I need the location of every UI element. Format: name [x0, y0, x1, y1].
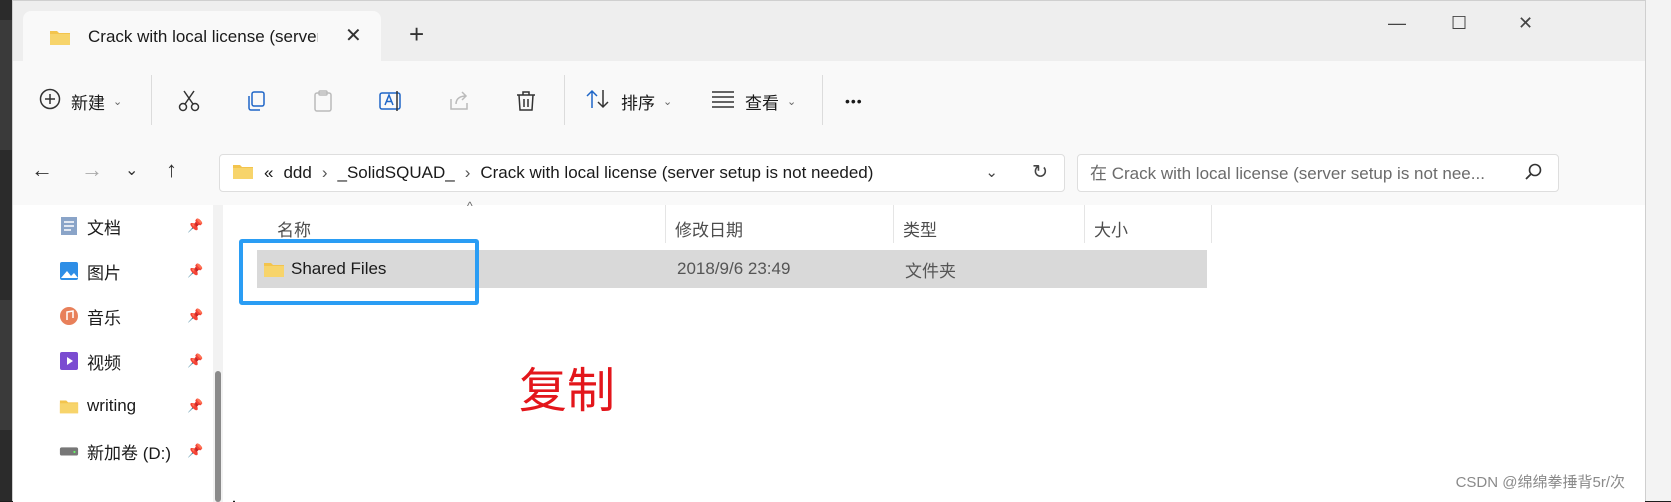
divider [564, 75, 565, 125]
annotation-highlight-box [239, 239, 479, 305]
copy-icon[interactable] [242, 87, 270, 115]
address-history-chevron-icon[interactable]: ⌄ [985, 163, 998, 181]
share-icon[interactable] [445, 87, 473, 115]
divider [822, 75, 823, 125]
column-divider[interactable] [665, 205, 666, 243]
file-modified: 2018/9/6 23:49 [677, 259, 791, 278]
pin-icon[interactable]: 📌 [187, 353, 203, 369]
document-icon [59, 216, 79, 236]
scrollbar-thumb[interactable] [215, 371, 221, 502]
address-row: ← → ⌄ ↑ « ddd › _SolidSQUAD_ › Crack wit… [13, 141, 1645, 205]
forward-arrow-icon[interactable]: → [81, 159, 103, 181]
nav-item-music[interactable]: 音乐 [59, 303, 121, 329]
pin-icon[interactable]: 📌 [187, 263, 203, 279]
pictures-icon [59, 261, 79, 281]
minimize-button[interactable]: — [1388, 13, 1406, 34]
chevron-down-icon: ⌄ [113, 95, 123, 108]
nav-item-drive-d[interactable]: 新加卷 (D:) [59, 438, 171, 464]
nav-item-label: 视频 [87, 353, 121, 373]
new-button-label: 新建 [71, 93, 105, 113]
back-arrow-icon[interactable]: ← [31, 159, 53, 181]
video-icon [59, 351, 79, 371]
background-app-left [0, 0, 12, 501]
nav-item-writing[interactable]: writing [59, 393, 136, 419]
pin-icon[interactable]: 📌 [187, 218, 203, 234]
column-divider[interactable] [1211, 205, 1212, 243]
address-bar[interactable]: « ddd › _SolidSQUAD_ › Crack with local … [219, 154, 1065, 192]
search-icon[interactable] [1524, 163, 1542, 186]
up-arrow-icon[interactable]: ↑ [166, 159, 177, 181]
pin-icon[interactable]: 📌 [187, 398, 203, 414]
command-bar: 新建 ⌄ 排序 ⌄ 查看 ⌄ ••• [13, 61, 1645, 142]
nav-item-videos[interactable]: 视频 [59, 348, 121, 374]
maximize-button[interactable]: ☐ [1451, 13, 1467, 34]
title-bar: Crack with local license (server setup i… [13, 1, 1645, 61]
nav-item-documents[interactable]: 文档 [59, 213, 121, 239]
folder-icon [232, 162, 254, 185]
view-button[interactable]: 查看 ⌄ [711, 61, 796, 141]
background-app-right [1645, 0, 1671, 501]
music-icon [59, 306, 79, 326]
close-window-button[interactable]: ✕ [1518, 13, 1533, 34]
watermark: CSDN @绵绵拳捶背5r/次 [1455, 474, 1625, 491]
nav-item-label: 图片 [87, 263, 121, 283]
folder-icon [59, 396, 79, 416]
column-header-size[interactable]: 大小 [1094, 213, 1128, 243]
more-options-button[interactable]: ••• [845, 61, 863, 141]
sort-ascending-icon: ^ [467, 199, 473, 213]
close-tab-icon[interactable]: ✕ [345, 23, 362, 48]
nav-item-label: 文档 [87, 218, 121, 238]
view-list-icon [711, 90, 735, 113]
column-header-type[interactable]: 类型 [903, 213, 937, 243]
breadcrumb-item[interactable]: Crack with local license (server setup i… [480, 163, 873, 183]
refresh-icon[interactable]: ↻ [1032, 161, 1048, 184]
annotation-text: 复制 [519, 363, 616, 419]
cut-icon[interactable] [175, 87, 203, 115]
nav-item-pictures[interactable]: 图片 [59, 258, 121, 284]
pin-icon[interactable]: 📌 [187, 308, 203, 324]
nav-item-label: 音乐 [87, 308, 121, 328]
navigation-pane: 文档 📌 图片 📌 音乐 📌 视频 📌 writing 📌 新加卷 (D:) 📌 [13, 205, 233, 502]
column-header-modified[interactable]: 修改日期 [675, 213, 743, 243]
rename-icon[interactable] [377, 87, 405, 115]
recent-locations-chevron-icon[interactable]: ⌄ [125, 163, 138, 179]
breadcrumb-overflow[interactable]: « [264, 163, 273, 183]
sort-icon [585, 88, 611, 115]
breadcrumb-separator-icon[interactable]: › [465, 163, 471, 183]
nav-item-label: 新加卷 (D:) [87, 443, 172, 463]
folder-icon [49, 28, 71, 51]
delete-icon[interactable] [512, 87, 540, 115]
breadcrumb-separator-icon[interactable]: › [322, 163, 328, 183]
plus-circle-icon [39, 88, 61, 115]
file-explorer-window: Crack with local license (server setup i… [12, 0, 1646, 502]
sort-button[interactable]: 排序 ⌄ [585, 61, 672, 141]
tab-current[interactable]: Crack with local license (server setup i… [23, 11, 381, 61]
divider [151, 75, 152, 125]
column-divider[interactable] [893, 205, 894, 243]
view-label: 查看 [745, 93, 779, 113]
breadcrumb-item[interactable]: ddd [283, 163, 311, 183]
nav-scrollbar[interactable] [213, 205, 223, 502]
search-input[interactable] [1088, 161, 1512, 187]
tab-title: Crack with local license (server setup i… [88, 27, 318, 46]
new-tab-button[interactable]: + [409, 21, 424, 47]
paste-icon[interactable] [309, 87, 337, 115]
file-type: 文件夹 [905, 261, 956, 281]
chevron-down-icon: ⌄ [787, 95, 797, 108]
chevron-down-icon: ⌄ [663, 95, 673, 108]
new-button[interactable]: 新建 ⌄ [39, 61, 122, 141]
nav-item-label: writing [87, 396, 137, 415]
sort-label: 排序 [621, 93, 655, 113]
file-list: ^ 名称 修改日期 类型 大小 Shared Files 2018/9/6 23… [235, 199, 1645, 502]
search-box[interactable] [1077, 154, 1559, 192]
breadcrumb-item[interactable]: _SolidSQUAD_ [338, 163, 455, 183]
column-divider[interactable] [1084, 205, 1085, 243]
drive-icon [59, 441, 79, 461]
pin-icon[interactable]: 📌 [187, 443, 203, 459]
